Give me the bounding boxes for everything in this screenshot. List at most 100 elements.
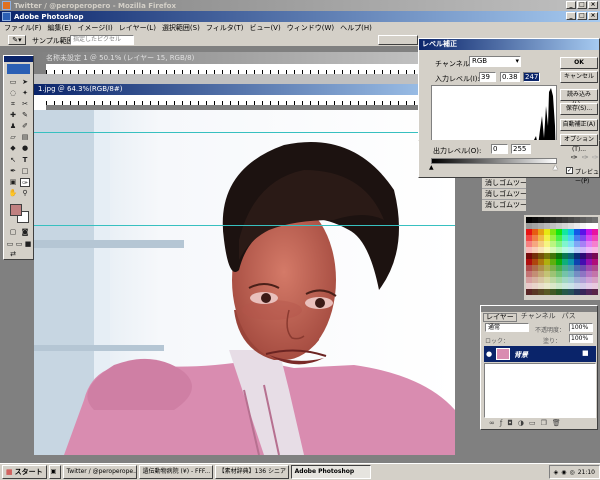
menu-window[interactable]: ウィンドウ(W) [287, 23, 334, 33]
preview-checkbox[interactable]: ✓ [566, 167, 573, 174]
channel-select[interactable]: RGB ▾ [469, 56, 521, 67]
ruler-origin [34, 95, 46, 110]
eyedropper-tool-preset-icon[interactable]: ✎▾ [8, 35, 26, 45]
menu-image[interactable]: イメージ(I) [77, 23, 112, 33]
close-icon[interactable]: × [588, 12, 598, 20]
gradient-icon[interactable]: ▤ [20, 133, 30, 142]
lasso-icon[interactable]: ◌ [8, 89, 18, 98]
healing-brush-icon[interactable]: ✚ [8, 111, 18, 120]
layer-row[interactable]: ● 背景 ■ [484, 346, 596, 362]
cancel-button[interactable]: キャンセル [560, 71, 598, 83]
stamp-icon[interactable]: ♟ [8, 122, 18, 131]
adobe-online-icon[interactable] [7, 64, 30, 74]
magic-wand-icon[interactable]: ✦ [20, 89, 30, 98]
marquee-icon[interactable]: ▭ [8, 78, 18, 87]
adjustment-icon[interactable]: ◑ [518, 419, 524, 428]
trash-icon[interactable]: 🗑 [552, 419, 561, 428]
tray-icon[interactable]: ◈ [554, 469, 559, 476]
notes-icon[interactable]: ▣ [8, 178, 18, 187]
menu-file[interactable]: ファイル(F) [4, 23, 42, 33]
maximize-icon[interactable]: □ [577, 12, 587, 20]
zoom-icon[interactable]: ⚲ [20, 189, 30, 198]
image-canvas[interactable] [34, 110, 455, 455]
output-black-slider[interactable]: ▲ [429, 164, 434, 171]
white-eyedropper-icon[interactable]: ✑ [592, 153, 599, 162]
blur-icon[interactable]: ◆ [8, 144, 18, 153]
color-swatch[interactable] [592, 289, 598, 295]
shape-icon[interactable]: □ [20, 167, 30, 176]
taskbar-item-twitter[interactable]: Twitter / @peroperope... [62, 465, 137, 479]
maximize-icon[interactable]: □ [577, 1, 587, 9]
new-set-icon[interactable]: ▭ [529, 419, 536, 428]
windows-logo-icon: ▦ [6, 468, 13, 476]
path-selection-icon[interactable]: ↖ [8, 156, 18, 165]
minimize-icon[interactable]: _ [566, 12, 576, 20]
sample-size-select[interactable]: 指定したピクセル [70, 35, 134, 45]
history-brush-icon[interactable]: ✐ [20, 122, 30, 131]
menu-layer[interactable]: レイヤー(L) [119, 23, 156, 33]
guide-line[interactable] [34, 225, 455, 226]
pen-icon[interactable]: ✒ [8, 167, 18, 176]
options-button[interactable]: オプション(T)... [560, 134, 598, 153]
quick-mask-icon[interactable]: ◙ [20, 228, 30, 237]
tray-icon[interactable]: ◉ [561, 469, 566, 476]
dodge-icon[interactable]: ● [20, 144, 30, 153]
taskbar-item-photoshop[interactable]: Adobe Photoshop [290, 465, 371, 479]
menu-filter[interactable]: フィルタ(T) [206, 23, 244, 33]
output-black-field[interactable]: 0 [491, 144, 508, 154]
ok-button[interactable]: OK [560, 57, 598, 69]
screen-mode-full-menu-icon[interactable]: ▭ [15, 240, 23, 249]
minimize-icon[interactable]: _ [566, 1, 576, 9]
mask-icon[interactable]: ◘ [507, 419, 513, 428]
tab-layers[interactable]: レイヤー [483, 313, 517, 322]
eye-icon[interactable]: ● [486, 350, 492, 358]
guide-line[interactable] [34, 132, 455, 133]
history-item[interactable]: 消しゴムツール [482, 189, 526, 200]
auto-button[interactable]: 自動補正(A) [560, 119, 598, 131]
menu-edit[interactable]: 編集(E) [48, 23, 72, 33]
link-icon[interactable]: ∞ [489, 419, 495, 428]
menu-select[interactable]: 選択範囲(S) [162, 23, 200, 33]
screen-mode-full-icon[interactable]: ■ [24, 240, 32, 249]
taskbar-item-firefox[interactable]: 遺伝動物病院 (¥) - FFF... [138, 465, 213, 479]
layer-style-icon[interactable]: ƒ [500, 419, 502, 428]
eyedropper-icon[interactable]: ✑ [20, 178, 30, 187]
slice-icon[interactable]: ✂ [20, 100, 30, 109]
history-item[interactable]: 消しゴムツール [482, 200, 526, 211]
crop-icon[interactable]: ⌗ [8, 100, 18, 109]
levels-titlebar[interactable]: レベル補正 [419, 39, 599, 50]
input-white-field[interactable]: 247 [523, 72, 540, 82]
start-button[interactable]: ▦ スタート [2, 465, 47, 479]
swatch-grid[interactable] [526, 217, 598, 297]
new-layer-icon[interactable]: ❐ [541, 419, 547, 428]
brush-icon[interactable]: ✎ [20, 111, 30, 120]
document1-titlebar[interactable]: 名称未設定 1 ＠ 50.1% (レイヤー 15, RGB/8) [34, 52, 418, 64]
taskbar-item-folder[interactable]: 【素材辞典】136 シニア・ロ... [214, 465, 289, 479]
output-white-field[interactable]: 255 [511, 144, 531, 154]
input-gamma-field[interactable]: 0.38 [500, 72, 520, 82]
history-item[interactable]: 消しゴムツール [482, 178, 526, 189]
opacity-field[interactable]: 100% [569, 323, 593, 332]
tab-channels[interactable]: チャンネル [519, 313, 558, 322]
screen-mode-standard-icon[interactable]: ▭ [6, 240, 14, 249]
document2-titlebar[interactable]: 1.jpg ＠ 64.3%(RGB/8#) [34, 84, 455, 95]
eraser-icon[interactable]: ▱ [8, 133, 18, 142]
hand-icon[interactable]: ✋ [8, 189, 18, 198]
close-icon[interactable]: × [588, 1, 598, 9]
load-button[interactable]: 読み込み(L)... [560, 89, 598, 108]
menu-view[interactable]: ビュー(V) [249, 23, 280, 33]
blend-mode-select[interactable]: 通常 [485, 323, 529, 332]
jump-to-imageready-icon[interactable]: ⇄ [8, 250, 18, 259]
save-button[interactable]: 保存(S)... [560, 103, 598, 115]
palette-well[interactable] [378, 35, 418, 45]
menu-help[interactable]: ヘルプ(H) [340, 23, 372, 33]
tab-paths[interactable]: パス [560, 313, 578, 322]
quicklaunch-icon[interactable]: ▣ [48, 465, 61, 479]
type-icon[interactable]: T [20, 156, 30, 165]
fill-field[interactable]: 100% [569, 334, 593, 343]
move-icon[interactable]: ➤ [20, 78, 30, 87]
output-white-slider[interactable]: ▲ [553, 164, 558, 171]
input-black-field[interactable]: 39 [479, 72, 496, 82]
standard-mode-icon[interactable]: ▢ [8, 228, 18, 237]
tray-icon[interactable]: ◎ [569, 469, 574, 476]
